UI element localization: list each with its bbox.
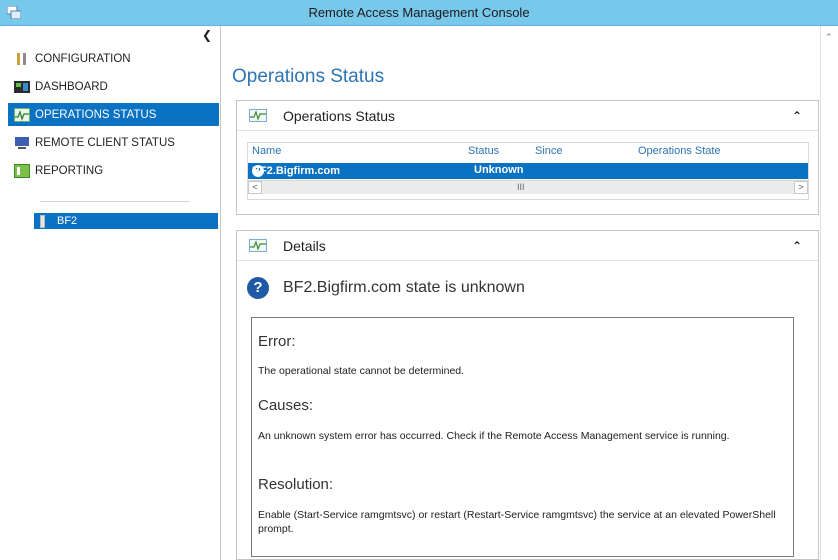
panel-title: Details	[283, 238, 326, 254]
dashboard-icon	[14, 80, 30, 93]
collapse-panel-chevron-up-icon[interactable]: ⌃	[792, 109, 802, 123]
error-heading: Error:	[258, 333, 296, 350]
details-panel: Details ⌃ ? BF2.Bigfirm.com state is unk…	[236, 230, 819, 560]
nav-item-label: DASHBOARD	[35, 80, 108, 93]
scroll-grip[interactable]: III	[517, 182, 525, 192]
server-label: BF2	[57, 215, 78, 227]
left-nav: ❮ CONFIGURATION DASHBOARD OPERATIONS STA…	[0, 26, 221, 560]
state-line: ? BF2.Bigfirm.com state is unknown	[247, 277, 525, 299]
column-header-since[interactable]: Since	[535, 145, 563, 157]
panel-header: Details ⌃	[237, 231, 818, 261]
scroll-right-icon[interactable]: >	[794, 181, 808, 194]
nav-item-operations-status[interactable]: OPERATIONS STATUS	[8, 103, 219, 126]
state-text: BF2.Bigfirm.com state is unknown	[283, 279, 525, 296]
causes-text: An unknown system error has occurred. Ch…	[258, 430, 730, 442]
nav-item-dashboard[interactable]: DASHBOARD	[8, 75, 219, 98]
nav-item-label: REMOTE CLIENT STATUS	[35, 136, 175, 149]
column-header-status[interactable]: Status	[468, 145, 499, 157]
report-icon	[14, 163, 30, 178]
resolution-text: Enable (Start-Service ramgmtsvc) or rest…	[258, 509, 776, 535]
operations-status-panel: Operations Status ⌃ Name Status Since Op…	[236, 100, 819, 215]
title-bar: Remote Access Management Console	[0, 0, 838, 26]
column-header-operations-state[interactable]: Operations State	[638, 145, 721, 157]
collapse-nav-chevron-icon[interactable]: ❮	[202, 28, 212, 42]
computer-icon	[15, 136, 29, 149]
wrench-icon	[17, 52, 26, 65]
question-icon: ?	[247, 277, 269, 299]
panel-header: Operations Status ⌃	[237, 101, 818, 131]
window-title: Remote Access Management Console	[308, 5, 530, 20]
resolution-heading: Resolution:	[258, 476, 334, 493]
scroll-up-icon[interactable]: ⌃	[825, 32, 833, 43]
server-icon	[40, 214, 45, 228]
monitor-graph-icon	[249, 239, 267, 252]
monitor-graph-icon	[14, 107, 30, 122]
operations-grid: Name Status Since Operations State ? BF2.…	[247, 142, 809, 200]
nav-item-configuration[interactable]: CONFIGURATION	[8, 47, 219, 70]
table-row[interactable]: ? BF2.Bigfirm.com Unknown	[248, 163, 808, 179]
error-text: The operational state cannot be determin…	[258, 365, 465, 377]
detail-box: Error: The operational state cannot be d…	[251, 317, 794, 557]
panel-title: Operations Status	[283, 108, 396, 124]
nav-item-label: REPORTING	[35, 164, 104, 177]
server-item-bf2[interactable]: BF2	[34, 213, 218, 229]
nav-divider	[40, 201, 190, 202]
page-title: Operations Status	[232, 66, 385, 87]
nav-item-label: OPERATIONS STATUS	[35, 108, 157, 121]
row-name-text: BF2.Bigfirm.com	[252, 165, 341, 177]
scroll-left-icon[interactable]: <	[248, 181, 262, 194]
nav-item-reporting[interactable]: REPORTING	[8, 159, 219, 182]
collapse-panel-chevron-up-icon[interactable]: ⌃	[792, 239, 802, 253]
causes-heading: Causes:	[258, 397, 314, 414]
horizontal-scrollbar[interactable]: < III >	[248, 180, 808, 194]
row-status-cell: Unknown	[474, 164, 524, 176]
monitor-graph-icon	[249, 109, 267, 122]
nav-item-label: CONFIGURATION	[35, 52, 131, 65]
column-header-name[interactable]: Name	[252, 145, 281, 157]
vertical-scrollbar[interactable]: ⌃	[820, 26, 838, 560]
nav-item-remote-client-status[interactable]: REMOTE CLIENT STATUS	[8, 131, 219, 154]
main-content: Operations Status Operations Status ⌃ Na…	[222, 26, 820, 560]
